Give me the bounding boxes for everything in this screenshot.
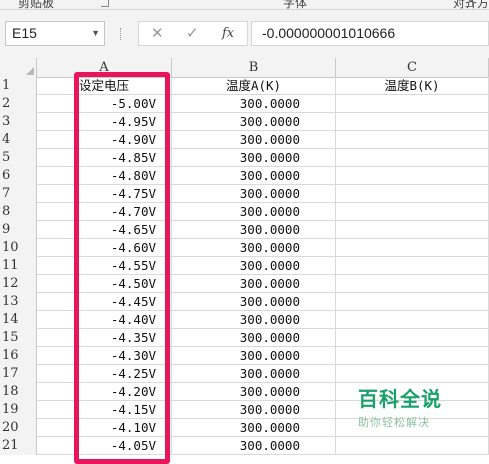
row-header[interactable]: 20 <box>0 419 37 437</box>
cell-b[interactable]: 300.0000 <box>172 311 336 329</box>
row-header[interactable]: 17 <box>0 365 37 383</box>
cell-c[interactable] <box>336 185 489 203</box>
row-header[interactable]: 18 <box>0 383 37 401</box>
row-header[interactable]: 4 <box>0 131 37 149</box>
row-header[interactable]: 12 <box>0 275 37 293</box>
formula-bar-grip[interactable] <box>120 28 123 40</box>
cell-c[interactable] <box>336 131 489 149</box>
clipboard-launcher-icon[interactable] <box>101 0 109 7</box>
row-header[interactable]: 2 <box>0 95 37 113</box>
cell-b[interactable]: 温度A(K) <box>172 77 336 95</box>
row-header[interactable]: 1 <box>0 77 37 95</box>
column-a-highlight <box>74 72 170 464</box>
cell-b[interactable]: 300.0000 <box>172 257 336 275</box>
formula-input[interactable]: -0.000000001010666 <box>251 21 489 46</box>
ribbon-strip: 剪贴板 字体 对齐方 <box>0 0 489 10</box>
formula-bar: E15 ▼ ✕ ✓ fx -0.000000001010666 <box>0 10 489 58</box>
watermark-title: 百科全说 <box>358 387 442 411</box>
row-header[interactable]: 15 <box>0 329 37 347</box>
row-header[interactable]: 10 <box>0 239 37 257</box>
column-header-c[interactable]: C <box>336 58 489 77</box>
cell-c[interactable]: 温度B(K) <box>336 77 489 95</box>
cell-c[interactable] <box>336 365 489 383</box>
cell-b[interactable]: 300.0000 <box>172 203 336 221</box>
row-header[interactable]: 3 <box>0 113 37 131</box>
cell-c[interactable] <box>336 275 489 293</box>
cell-c[interactable] <box>336 95 489 113</box>
cell-b[interactable]: 300.0000 <box>172 293 336 311</box>
cell-c[interactable] <box>336 437 489 455</box>
cell-b[interactable]: 300.0000 <box>172 347 336 365</box>
cell-b[interactable]: 300.0000 <box>172 419 336 437</box>
cell-c[interactable] <box>336 257 489 275</box>
ribbon-group-clipboard[interactable]: 剪贴板 <box>18 0 54 9</box>
row-header[interactable]: 14 <box>0 311 37 329</box>
chevron-down-icon[interactable]: ▼ <box>91 22 100 45</box>
check-icon[interactable]: ✓ <box>186 24 199 42</box>
watermark-subtitle: 助你轻松解决 <box>358 416 430 429</box>
cell-c[interactable] <box>336 239 489 257</box>
cell-c[interactable] <box>336 347 489 365</box>
cell-b[interactable]: 300.0000 <box>172 185 336 203</box>
row-header[interactable]: 13 <box>0 293 37 311</box>
cell-b[interactable]: 300.0000 <box>172 113 336 131</box>
row-header[interactable]: 7 <box>0 185 37 203</box>
cell-c[interactable] <box>336 167 489 185</box>
select-all-corner[interactable] <box>0 58 37 77</box>
cell-b[interactable]: 300.0000 <box>172 239 336 257</box>
cell-c[interactable] <box>336 203 489 221</box>
cell-b[interactable]: 300.0000 <box>172 149 336 167</box>
formula-buttons: ✕ ✓ fx <box>138 21 248 46</box>
cell-c[interactable] <box>336 329 489 347</box>
name-box[interactable]: E15 ▼ <box>5 21 105 46</box>
row-header[interactable]: 19 <box>0 401 37 419</box>
close-icon[interactable]: ✕ <box>151 24 164 42</box>
row-header[interactable]: 5 <box>0 149 37 167</box>
row-header[interactable]: 16 <box>0 347 37 365</box>
cell-b[interactable]: 300.0000 <box>172 437 336 455</box>
column-header-b[interactable]: B <box>172 58 336 77</box>
cell-b[interactable]: 300.0000 <box>172 383 336 401</box>
ribbon-group-font[interactable]: 字体 <box>283 0 307 9</box>
row-header[interactable]: 8 <box>0 203 37 221</box>
row-header[interactable]: 21 <box>0 437 37 455</box>
insert-function-icon[interactable]: fx <box>222 26 234 41</box>
cell-b[interactable]: 300.0000 <box>172 365 336 383</box>
cell-b[interactable]: 300.0000 <box>172 401 336 419</box>
cell-b[interactable]: 300.0000 <box>172 275 336 293</box>
name-box-value: E15 <box>12 25 37 41</box>
cell-c[interactable] <box>336 221 489 239</box>
cell-c[interactable] <box>336 113 489 131</box>
cell-b[interactable]: 300.0000 <box>172 95 336 113</box>
row-header[interactable]: 9 <box>0 221 37 239</box>
cell-b[interactable]: 300.0000 <box>172 329 336 347</box>
cell-b[interactable]: 300.0000 <box>172 221 336 239</box>
cell-c[interactable] <box>336 311 489 329</box>
watermark-logo: 百科全说 助你轻松解决 <box>358 383 488 429</box>
cell-b[interactable]: 300.0000 <box>172 131 336 149</box>
cell-c[interactable] <box>336 293 489 311</box>
row-header[interactable]: 11 <box>0 257 37 275</box>
ribbon-group-alignment[interactable]: 对齐方 <box>453 0 489 9</box>
cell-c[interactable] <box>336 149 489 167</box>
row-header[interactable]: 6 <box>0 167 37 185</box>
cell-b[interactable]: 300.0000 <box>172 167 336 185</box>
